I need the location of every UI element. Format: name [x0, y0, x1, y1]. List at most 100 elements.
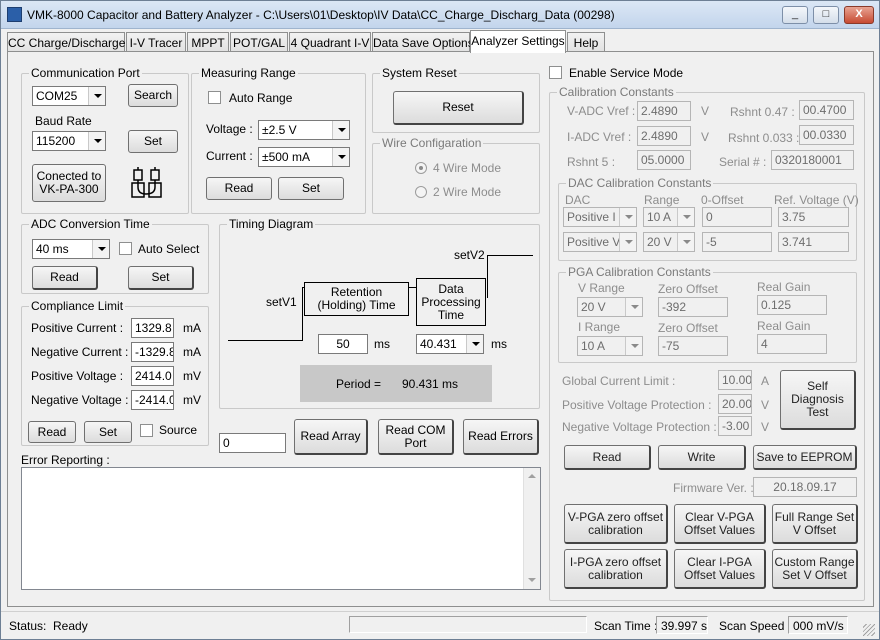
scan-speed-label: Scan Speed :: [719, 619, 792, 633]
tab-4-quadrant-iv[interactable]: 4 Quadrant I-V: [289, 32, 371, 52]
scroll-up-icon[interactable]: [528, 474, 536, 478]
negative-current-field[interactable]: -1329.8: [131, 342, 174, 362]
search-button[interactable]: Search: [128, 84, 178, 107]
vertical-scrollbar[interactable]: [523, 468, 540, 589]
chevron-down-icon: [619, 208, 636, 226]
voltage-range-select[interactable]: ±2.5 V: [258, 120, 350, 140]
pga-v-zero-field[interactable]: -392: [658, 297, 728, 317]
tab-help[interactable]: Help: [567, 32, 605, 52]
pga-v-gain-field[interactable]: 0.125: [757, 295, 827, 315]
scroll-down-icon[interactable]: [528, 578, 536, 582]
main-window: VMK-8000 Capacitor and Battery Analyzer …: [0, 0, 880, 640]
chevron-down-icon: [677, 208, 694, 226]
auto-select-checkbox[interactable]: [119, 242, 132, 255]
baud-set-button[interactable]: Set: [128, 130, 178, 153]
setv1-label: setV1: [266, 295, 297, 309]
dac-ref-voltage-field[interactable]: 3.741: [778, 232, 849, 252]
tab-iv-tracer[interactable]: I-V Tracer: [126, 32, 186, 52]
minimize-button[interactable]: _: [782, 6, 808, 24]
error-reporting-textarea[interactable]: [21, 467, 541, 590]
com-port-select[interactable]: COM25: [32, 86, 106, 106]
iadc-vref-field[interactable]: 2.4890: [637, 126, 691, 146]
self-diagnosis-button[interactable]: Self Diagnosis Test: [780, 370, 856, 430]
voltage-label: Voltage :: [206, 122, 253, 136]
rshnt-047-field[interactable]: 00.4700: [799, 100, 854, 120]
negative-voltage-protection-field[interactable]: -3.00: [718, 416, 752, 436]
status-bar: Status: Ready Scan Time : 39.997 s Scan …: [1, 611, 879, 639]
positive-voltage-protection-field[interactable]: 20.00: [718, 394, 752, 414]
tab-mppt[interactable]: MPPT: [187, 32, 229, 52]
dac-range-select[interactable]: 10 A: [643, 207, 695, 227]
dac-select[interactable]: Positive V: [563, 232, 637, 252]
firmware-version-label: Firmware Ver. :: [673, 481, 754, 495]
compliance-read-button[interactable]: Read: [28, 421, 76, 443]
compliance-set-button[interactable]: Set: [84, 421, 132, 443]
enable-service-mode-checkbox[interactable]: [549, 66, 562, 79]
dac-select[interactable]: Positive I: [563, 207, 637, 227]
array-index-field[interactable]: 0: [219, 433, 286, 453]
negative-current-unit: mA: [183, 345, 201, 359]
two-wire-radio[interactable]: [415, 186, 427, 198]
current-range-select[interactable]: ±500 mA: [258, 147, 350, 167]
positive-current-field[interactable]: 1329.8: [131, 318, 174, 338]
ref-voltage-header: Ref. Voltage (V): [774, 193, 859, 207]
dac-offset-field[interactable]: -5: [702, 232, 772, 252]
i-zero-offset-label: Zero Offset: [658, 321, 718, 335]
four-wire-radio[interactable]: [415, 162, 427, 174]
processing-time-select[interactable]: 40.431: [416, 334, 484, 354]
tab-pot-gal[interactable]: POT/GAL: [230, 32, 288, 52]
tab-data-save-options[interactable]: Data Save Options: [372, 32, 474, 52]
clear-ipga-offset-button[interactable]: Clear I-PGA Offset Values: [674, 549, 766, 589]
chevron-down-icon: [625, 298, 642, 316]
chevron-down-icon: [332, 121, 349, 139]
clear-vpga-offset-button[interactable]: Clear V-PGA Offset Values: [674, 504, 766, 544]
positive-voltage-field[interactable]: 2414.0: [131, 366, 174, 386]
dac-ref-voltage-field[interactable]: 3.75: [778, 207, 849, 227]
dac-offset-field[interactable]: 0: [702, 207, 772, 227]
baud-rate-select[interactable]: 115200: [32, 131, 106, 151]
negative-voltage-field[interactable]: -2414.0: [131, 390, 174, 410]
custom-range-v-offset-button[interactable]: Custom Range Set V Offset: [772, 549, 858, 589]
source-checkbox[interactable]: [140, 424, 153, 437]
rshnt-0033-field[interactable]: 00.0330: [799, 125, 854, 145]
serial-field[interactable]: 0320180001: [771, 150, 854, 170]
maximize-button[interactable]: □: [813, 6, 839, 24]
dac-range-select[interactable]: 20 V: [643, 232, 695, 252]
adc-set-button[interactable]: Set: [128, 266, 194, 290]
resize-grip-icon[interactable]: [863, 624, 875, 636]
auto-range-checkbox[interactable]: [208, 91, 221, 104]
connection-status-button[interactable]: Conected to VK-PA-300: [32, 164, 106, 202]
measuring-read-button[interactable]: Read: [206, 177, 272, 200]
reset-button[interactable]: Reset: [393, 91, 524, 125]
pga-i-zero-field[interactable]: -75: [658, 336, 728, 356]
chevron-down-icon: [677, 233, 694, 251]
tab-analyzer-settings[interactable]: Analyzer Settings: [470, 30, 566, 53]
vpga-zero-offset-button[interactable]: V-PGA zero offset calibration: [564, 504, 668, 544]
pga-v-range-select[interactable]: 20 V: [577, 297, 643, 317]
adc-read-button[interactable]: Read: [32, 266, 98, 290]
pga-i-gain-field[interactable]: 4: [757, 334, 827, 354]
save-to-eeprom-button[interactable]: Save to EEPROM: [753, 445, 857, 470]
measuring-set-button[interactable]: Set: [278, 177, 344, 200]
tab-cc-charge-discharge[interactable]: CC Charge/Discharge: [7, 32, 125, 52]
positive-voltage-label: Positive Voltage :: [31, 369, 124, 383]
positive-voltage-protection-label: Positive Voltage Protection :: [562, 398, 712, 412]
vadc-vref-field[interactable]: 2.4890: [637, 101, 691, 121]
read-errors-button[interactable]: Read Errors: [463, 419, 539, 455]
rshnt-5-field[interactable]: 05.0000: [637, 150, 691, 170]
adc-time-select[interactable]: 40 ms: [32, 239, 110, 259]
eeprom-read-button[interactable]: Read: [564, 445, 651, 470]
period-unit: ms: [442, 377, 458, 391]
read-com-port-button[interactable]: Read COM Port: [378, 419, 454, 455]
global-current-limit-field[interactable]: 10.00: [718, 370, 752, 390]
chevron-down-icon: [466, 335, 483, 353]
pga-i-range-select[interactable]: 10 A: [577, 336, 643, 356]
eeprom-write-button[interactable]: Write: [658, 445, 746, 470]
vadc-vref-label: V-ADC Vref :: [567, 104, 636, 118]
read-array-button[interactable]: Read Array: [294, 419, 368, 455]
serial-label: Serial # :: [719, 155, 767, 169]
close-button[interactable]: X: [844, 6, 874, 24]
ipga-zero-offset-button[interactable]: I-PGA zero offset calibration: [564, 549, 668, 589]
retention-time-field[interactable]: 50: [318, 334, 368, 354]
full-range-v-offset-button[interactable]: Full Range Set V Offset: [772, 504, 858, 544]
